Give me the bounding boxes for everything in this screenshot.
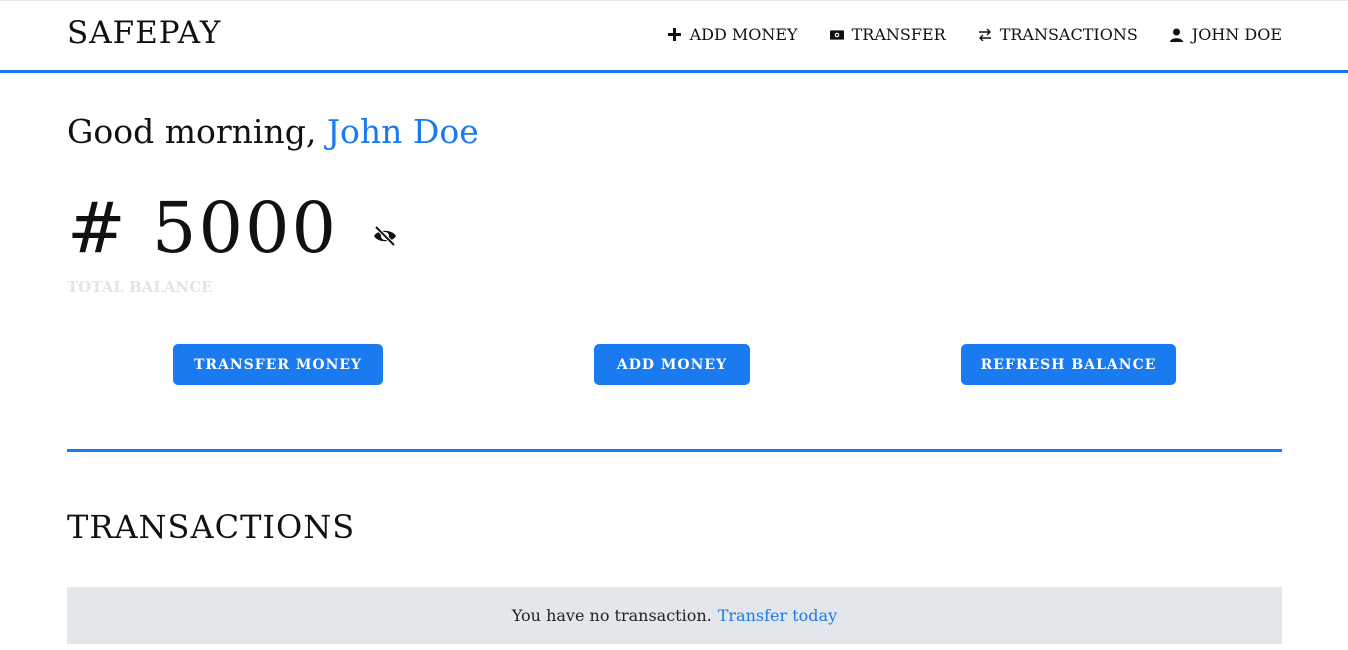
greeting-prefix: Good morning, [67, 112, 317, 151]
brand-logo[interactable]: SAFEPAY [67, 15, 221, 51]
balance-amount: # 5000 [67, 187, 339, 269]
nav-transactions-label: Transactions [999, 25, 1138, 44]
add-money-button[interactable]: Add Money [594, 344, 750, 385]
user-icon [1170, 28, 1184, 42]
nav-transfer[interactable]: Transfer [829, 25, 946, 44]
balance-label: Total Balance [67, 278, 213, 296]
transactions-empty-state: You have no transaction. Transfer today [67, 587, 1282, 644]
plus-icon [668, 28, 682, 42]
transfer-today-link[interactable]: Transfer today [718, 606, 837, 625]
nav-add-money[interactable]: Add Money [668, 25, 798, 44]
balance-row: # 5000 [67, 188, 398, 268]
nav-user-profile[interactable]: John Doe [1170, 25, 1282, 44]
nav-transfer-label: Transfer [851, 25, 946, 44]
transfer-money-button[interactable]: Transfer Money [173, 344, 383, 385]
nav-user-label: John Doe [1191, 25, 1282, 44]
greeting-heading: Good morning, John Doe [67, 112, 479, 151]
transactions-title: Transactions [67, 508, 356, 546]
nav-transactions[interactable]: Transactions [978, 25, 1138, 44]
section-divider [67, 449, 1282, 452]
eye-slash-icon[interactable] [372, 223, 398, 249]
nav-links: Add Money Transfer Transactions John Doe [668, 25, 1282, 44]
refresh-balance-button[interactable]: Refresh Balance [961, 344, 1176, 385]
greeting-user-name: John Doe [326, 112, 479, 151]
empty-state-text: You have no transaction. [511, 606, 712, 625]
nav-add-money-label: Add Money [689, 25, 798, 44]
top-navbar: SAFEPAY Add Money Transfer Transactions … [0, 0, 1348, 73]
exchange-arrows-icon [978, 28, 992, 42]
money-bill-icon [829, 28, 844, 42]
